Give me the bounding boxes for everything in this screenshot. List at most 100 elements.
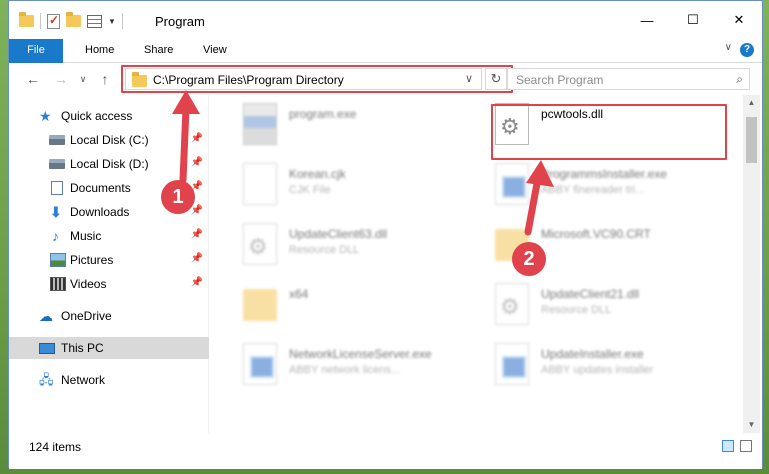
pin-icon[interactable]: 📌 — [191, 205, 203, 216]
pin-icon[interactable]: 📌 — [191, 157, 203, 168]
sidebar-item-label: Network — [61, 373, 106, 387]
new-folder-icon[interactable] — [66, 12, 81, 27]
maximize-button[interactable]: ☐ — [670, 1, 716, 39]
file-list: program.exe Korean.cjk CJK File UpdateCl… — [221, 95, 745, 433]
back-button[interactable]: ← — [23, 69, 43, 89]
sidebar-item-label: Documents — [70, 181, 131, 195]
scroll-down-icon[interactable]: ▼ — [743, 417, 760, 433]
properties-check-icon[interactable] — [47, 13, 60, 29]
properties-icon[interactable] — [87, 14, 102, 28]
dll-icon — [243, 223, 277, 265]
minimize-button[interactable]: — — [624, 1, 670, 39]
dll-icon — [495, 283, 529, 325]
customize-toolbar-icon[interactable]: ▼ — [108, 17, 116, 26]
tab-view[interactable]: View — [203, 39, 227, 62]
view-toggle — [722, 440, 752, 452]
step-2-badge: 2 — [512, 242, 546, 276]
pictures-icon — [50, 253, 66, 267]
scrollbar-thumb[interactable] — [746, 117, 757, 163]
disk-icon — [49, 135, 65, 145]
navigation-bar: ← → ∨ ↑ C:\Program Files\Program Directo… — [9, 63, 762, 95]
sidebar-item-music[interactable]: ♪ Music 📌 — [9, 225, 209, 247]
sidebar-item-label: Music — [70, 229, 102, 243]
file-item[interactable]: UpdateClient21.dll Resource DLL — [483, 277, 733, 333]
file-name: NetworkLicenseServer.exe — [289, 347, 432, 361]
file-item[interactable]: Korean.cjk CJK File — [231, 157, 481, 213]
large-icons-view-icon[interactable] — [740, 440, 752, 452]
sidebar-item-label: Local Disk (C:) — [70, 133, 149, 147]
details-view-icon[interactable] — [722, 440, 734, 452]
sidebar-item-local-disk-d[interactable]: Local Disk (D:) 📌 — [9, 153, 209, 175]
quick-access-toolbar: ▼ — [19, 11, 123, 31]
music-icon: ♪ — [52, 228, 59, 244]
exe-icon — [243, 103, 277, 145]
file-name: UpdateInstaller.exe — [541, 347, 644, 361]
cloud-icon: ☁ — [39, 308, 53, 324]
step-1-badge: 1 — [161, 180, 195, 214]
pin-icon[interactable]: 📌 — [191, 229, 203, 240]
file-item[interactable]: x64 — [231, 277, 481, 333]
sidebar-item-quick-access[interactable]: ★ Quick access — [9, 105, 209, 127]
pin-icon[interactable]: 📌 — [191, 277, 203, 288]
file-name: UpdateClient63.dll — [289, 227, 388, 241]
tab-home[interactable]: Home — [85, 39, 114, 62]
sidebar-item-pictures[interactable]: Pictures 📌 — [9, 249, 209, 271]
sidebar-item-local-disk-c[interactable]: Local Disk (C:) 📌 — [9, 129, 209, 151]
file-name: Korean.cjk — [289, 167, 346, 181]
vertical-scrollbar[interactable]: ▲ ▼ — [743, 95, 760, 433]
sidebar-item-onedrive[interactable]: ☁ OneDrive — [9, 305, 209, 327]
file-item[interactable]: program.exe — [231, 97, 481, 153]
sidebar-item-videos[interactable]: Videos 📌 — [9, 273, 209, 295]
file-item[interactable]: UpdateInstaller.exe ABBY updates install… — [483, 337, 733, 393]
close-button[interactable]: ✕ — [716, 1, 762, 39]
file-name: Microsoft.VC90.CRT — [541, 227, 651, 241]
window-title: Program — [155, 14, 205, 29]
help-icon[interactable]: ? — [740, 43, 754, 57]
file-name: program.exe — [289, 107, 357, 121]
search-icon[interactable]: ⌕ — [736, 72, 743, 87]
title-bar: ▼ Program — ☐ ✕ — [9, 1, 762, 39]
file-name: x64 — [289, 287, 309, 301]
up-button[interactable]: ↑ — [95, 69, 115, 89]
disk-icon — [49, 159, 65, 169]
file-description: CJK File — [289, 184, 331, 196]
file-description: ABBY network licens... — [289, 364, 401, 376]
refresh-button[interactable]: ↻ — [485, 68, 507, 90]
status-bar: 124 items — [9, 433, 762, 469]
pin-icon[interactable]: 📌 — [191, 133, 203, 144]
item-count: 124 items — [29, 440, 82, 454]
forward-button[interactable]: → — [51, 69, 71, 89]
search-input[interactable]: Search Program ⌕ — [507, 68, 750, 90]
sidebar-item-network[interactable]: 🖧 Network — [9, 369, 209, 391]
file-name: ProgrammsInstaller.exe — [541, 167, 668, 181]
navigation-pane: ★ Quick access Local Disk (C:) 📌 Local D… — [9, 95, 209, 433]
tab-share[interactable]: Share — [144, 39, 173, 62]
sidebar-item-this-pc[interactable]: This PC — [9, 337, 209, 359]
download-icon: ⬇ — [50, 204, 62, 220]
sidebar-item-label: Pictures — [70, 253, 114, 267]
scroll-up-icon[interactable]: ▲ — [743, 95, 760, 111]
ribbon-tabs: File Home Share View ∨ ? — [9, 39, 762, 95]
sidebar-item-label: Local Disk (D:) — [70, 157, 149, 171]
star-icon: ★ — [39, 108, 52, 124]
network-icon: 🖧 — [39, 372, 54, 387]
app-icon — [495, 163, 529, 205]
sidebar-item-label: Quick access — [61, 109, 133, 123]
search-placeholder: Search Program — [516, 73, 604, 87]
sidebar-item-label: Videos — [70, 277, 107, 291]
sidebar-item-label: This PC — [61, 341, 104, 355]
document-icon — [243, 163, 277, 205]
file-item[interactable]: UpdateClient63.dll Resource DLL — [231, 217, 481, 273]
app-icon — [243, 343, 277, 385]
recent-locations-dropdown[interactable]: ∨ — [73, 69, 93, 89]
expand-ribbon-icon[interactable]: ∨ — [725, 42, 732, 53]
file-item[interactable]: ProgrammsInstaller.exe ABBY finereader t… — [483, 157, 733, 213]
file-item[interactable]: NetworkLicenseServer.exe ABBY network li… — [231, 337, 481, 393]
sidebar-item-label: Downloads — [70, 205, 130, 219]
file-description: ABBY finereader tri... — [541, 184, 645, 196]
pin-icon[interactable]: 📌 — [191, 253, 203, 264]
folder-icon — [19, 12, 34, 27]
file-description: ABBY updates installer — [541, 364, 654, 376]
computer-icon — [39, 343, 55, 354]
file-description: Resource DLL — [541, 304, 612, 316]
